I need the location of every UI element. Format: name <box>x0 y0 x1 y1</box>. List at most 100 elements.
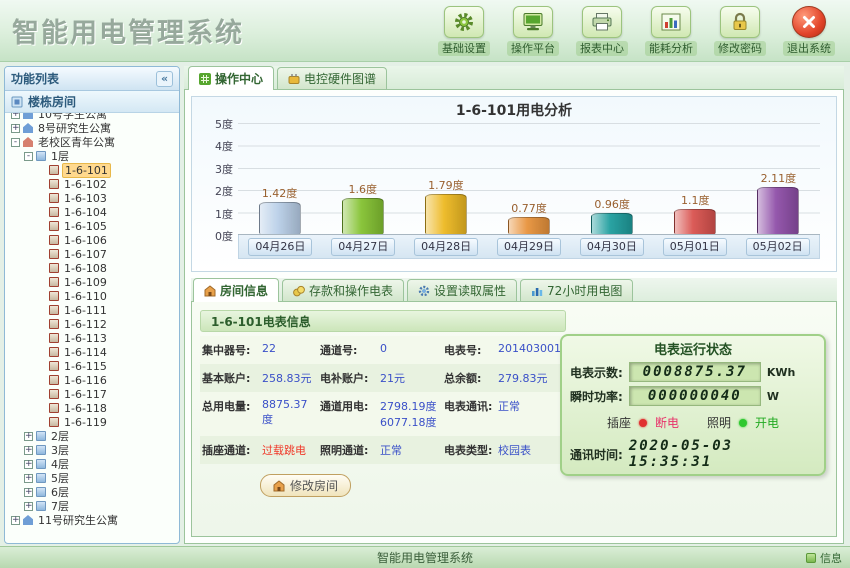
tree-item-label: 1-6-117 <box>62 388 109 401</box>
room-icon <box>49 165 59 175</box>
info-status-button[interactable]: 信息 <box>806 550 842 566</box>
tree-item[interactable]: +5层 <box>8 471 179 485</box>
expand-toggle-icon[interactable]: + <box>24 502 33 511</box>
energy-analysis-button[interactable]: 能耗分析 <box>640 6 702 56</box>
tree-item[interactable]: 1-6-103 <box>8 191 179 205</box>
main-toolbar: 基础设置 操作平台 报表中心 能耗分析 修改密码 <box>433 6 840 56</box>
room-icon <box>49 375 59 385</box>
expand-toggle-icon[interactable]: + <box>24 432 33 441</box>
y-tick-label: 1度 <box>203 206 233 222</box>
floor-icon <box>36 473 46 483</box>
room-icon <box>49 333 59 343</box>
tree-item[interactable]: 1-6-106 <box>8 233 179 247</box>
collapse-toggle-icon[interactable]: - <box>11 138 20 147</box>
tree-item[interactable]: 1-6-107 <box>8 247 179 261</box>
tree-item[interactable]: 1-6-114 <box>8 345 179 359</box>
tree-item[interactable]: 1-6-116 <box>8 373 179 387</box>
basic-settings-button[interactable]: 基础设置 <box>433 6 495 56</box>
chart-bar <box>508 217 550 234</box>
tree-item[interactable]: -1层 <box>8 149 179 163</box>
tree-item-label: 11号研究生公寓 <box>36 512 120 528</box>
expand-toggle-icon[interactable]: + <box>24 488 33 497</box>
info-icon <box>806 553 816 563</box>
collapse-sidebar-button[interactable]: « <box>156 71 173 87</box>
bar-value-label: 0.96度 <box>594 196 630 212</box>
building-icon <box>23 515 33 525</box>
tree-item[interactable]: 1-6-110 <box>8 289 179 303</box>
field-label: 基本账户: <box>200 364 260 392</box>
tab-deposit-meter[interactable]: 存款和操作电表 <box>282 279 404 301</box>
meter-reading-row: 电表示数: 0008875.37 KWh <box>570 362 816 382</box>
expand-toggle-icon[interactable]: + <box>24 474 33 483</box>
expand-toggle-icon[interactable]: + <box>11 516 20 525</box>
chart-x-axis: 04月26日04月27日04月28日04月29日04月30日05月01日05月0… <box>238 235 820 259</box>
tab-read-properties[interactable]: 设置读取属性 <box>407 279 517 301</box>
lighting-state: 开电 <box>755 414 779 431</box>
tree-item-label: 1-6-105 <box>62 220 109 233</box>
tree-item[interactable]: 1-6-118 <box>8 401 179 415</box>
modify-room-button[interactable]: 修改房间 <box>260 474 351 497</box>
building-red-icon <box>23 137 33 147</box>
collapse-toggle-icon[interactable]: - <box>24 152 33 161</box>
tree-item[interactable]: 1-6-112 <box>8 317 179 331</box>
tree-item[interactable]: +6层 <box>8 485 179 499</box>
chart-bar <box>425 194 467 234</box>
field-label: 照明通道: <box>318 436 378 464</box>
comm-time-row: 通讯时间: 2020-05-03 15:35:31 <box>570 438 816 470</box>
tree-item[interactable]: 1-6-115 <box>8 359 179 373</box>
main-tab-bar: 操作中心 电控硬件图谱 <box>184 66 844 90</box>
field-value: 21元 <box>378 364 442 392</box>
tree-item[interactable]: 1-6-117 <box>8 387 179 401</box>
tab-operation-center[interactable]: 操作中心 <box>188 66 274 90</box>
report-center-button[interactable]: 报表中心 <box>571 6 633 56</box>
change-password-button[interactable]: 修改密码 <box>709 6 771 56</box>
tree-item[interactable]: -老校区青年公寓 <box>8 135 179 149</box>
tree-item[interactable]: +11号研究生公寓 <box>8 513 179 527</box>
tree-item[interactable]: 1-6-109 <box>8 275 179 289</box>
main-panel: 操作中心 电控硬件图谱 1-6-101用电分析 5度 4度 3度 2度 1度 0… <box>184 66 844 544</box>
tree-item[interactable]: 1-6-113 <box>8 331 179 345</box>
expand-toggle-icon[interactable]: + <box>11 113 20 119</box>
tree-item-label: 1-6-112 <box>62 318 109 331</box>
tree-item[interactable]: 1-6-111 <box>8 303 179 317</box>
tree-item-label: 1-6-113 <box>62 332 109 345</box>
tree-item[interactable]: +4层 <box>8 457 179 471</box>
app-header: 智能用电管理系统 基础设置 操作平台 报表中心 能耗分析 <box>0 0 850 62</box>
field-value: 8875.37 度 <box>260 392 318 436</box>
expand-toggle-icon[interactable]: + <box>11 124 20 133</box>
x-axis-cell: 05月01日 <box>653 238 736 256</box>
usage-chart: 1-6-101用电分析 5度 4度 3度 2度 1度 0度 1.42度1.6度1… <box>191 96 837 272</box>
tree-item-label: 1-6-109 <box>62 276 109 289</box>
tab-room-info[interactable]: 房间信息 <box>193 278 279 302</box>
tree-item[interactable]: +3层 <box>8 443 179 457</box>
x-axis-cell: 04月26日 <box>239 238 322 256</box>
tree-item[interactable]: 1-6-108 <box>8 261 179 275</box>
floor-icon <box>36 431 46 441</box>
tab-72h-usage[interactable]: 72小时用电图 <box>520 279 633 301</box>
tree-item-label: 1-6-115 <box>62 360 109 373</box>
field-label: 总用电量: <box>200 392 260 436</box>
room-icon <box>49 235 59 245</box>
tree-item[interactable]: 1-6-105 <box>8 219 179 233</box>
operation-platform-button[interactable]: 操作平台 <box>502 6 564 56</box>
comm-time-value: 2020-05-03 15:35:31 <box>629 438 816 470</box>
tree-item[interactable]: +7层 <box>8 499 179 513</box>
chart-bar <box>674 209 716 234</box>
room-icon <box>49 417 59 427</box>
field-label: 通道用电: <box>318 392 378 436</box>
tab-hardware-map[interactable]: 电控硬件图谱 <box>277 67 387 89</box>
sidebar-section-buildings[interactable]: 楼栋房间 <box>5 91 179 113</box>
grid-icon <box>199 73 211 85</box>
expand-toggle-icon[interactable]: + <box>24 460 33 469</box>
socket-state: 断电 <box>655 414 679 431</box>
tree-item[interactable]: +8号研究生公寓 <box>8 121 179 135</box>
tree-item[interactable]: 1-6-101 <box>8 163 179 177</box>
tree-item[interactable]: 1-6-119 <box>8 415 179 429</box>
tree-item[interactable]: 1-6-104 <box>8 205 179 219</box>
tree-item[interactable]: +2层 <box>8 429 179 443</box>
y-tick-label: 2度 <box>203 183 233 199</box>
expand-toggle-icon[interactable]: + <box>24 446 33 455</box>
tree-item[interactable]: 1-6-102 <box>8 177 179 191</box>
exit-system-button[interactable]: 退出系统 <box>778 6 840 56</box>
tree-item-label: 1-6-111 <box>62 304 109 317</box>
